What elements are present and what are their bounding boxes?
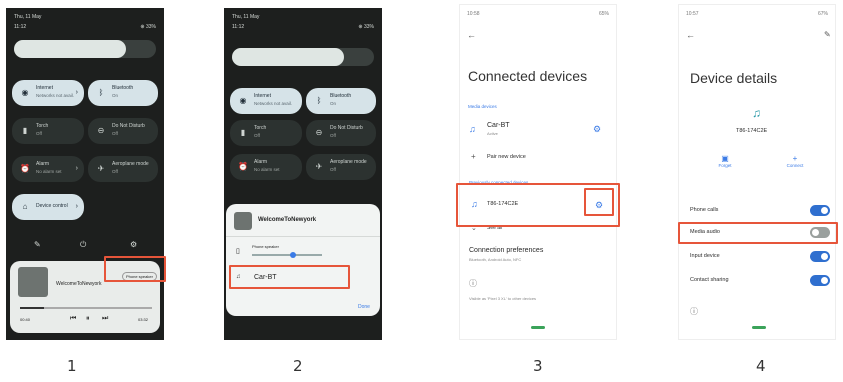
airplane-icon: ✈	[315, 162, 323, 171]
pause-icon[interactable]: ⏸	[86, 315, 90, 323]
headphones-icon: ♫	[752, 106, 761, 120]
tile-internet[interactable]: ◉ Internet Networks not avail.	[230, 88, 302, 114]
total-time: 03:32	[138, 317, 149, 322]
phone-icon: ▯	[236, 248, 240, 255]
alarm-icon: ⏰	[238, 162, 248, 171]
screen-2-output-switcher: Thu, 11 May 11:12 ⊕ 33% ◉ Internet Netwo…	[224, 8, 382, 340]
step-number-2: 2	[293, 357, 303, 375]
toggle-row-phone-calls[interactable]: Phone calls	[678, 204, 836, 220]
device-name: T86-174C2E	[736, 128, 768, 134]
airplane-icon: ✈	[97, 164, 105, 173]
tile-do-not-disturb[interactable]: ⊖ Do Not Disturb Off	[88, 118, 158, 144]
next-icon[interactable]: ⏭	[102, 315, 108, 323]
settings-icon[interactable]: ⚙	[130, 240, 137, 249]
highlight-output-chip	[104, 256, 166, 282]
nav-handle	[752, 326, 766, 329]
tile-bluetooth[interactable]: ᛒ Bluetooth On	[306, 88, 376, 114]
bluetooth-icon: ᛒ	[316, 96, 322, 105]
battery-indicator: ⊕ 33%	[140, 24, 156, 30]
highlight-media-audio	[678, 222, 838, 244]
headphones-icon: ♫	[469, 124, 476, 134]
toggle-row-input-device[interactable]: Input device	[678, 250, 836, 266]
wifi-icon: ◉	[21, 88, 29, 97]
popup-album-art	[234, 212, 252, 230]
phone-calls-toggle[interactable]	[810, 205, 830, 216]
step-number-1: 1	[67, 357, 77, 375]
tile-alarm[interactable]: ⏰ Alarm No alarm set ›	[12, 156, 84, 182]
highlight-gear	[584, 188, 614, 216]
screen-3-connected-devices: 10:58 65% ← Connected devices Media devi…	[459, 4, 617, 340]
edit-icon[interactable]: ✎	[34, 240, 41, 249]
phone-speaker-label: Phone speaker	[252, 244, 279, 249]
back-icon[interactable]: ←	[467, 30, 476, 40]
chevron-right-icon: ›	[75, 203, 78, 210]
album-art	[18, 267, 48, 297]
tile-bluetooth[interactable]: ᛒ Bluetooth On	[88, 80, 158, 106]
forget-button[interactable]: ▣ Forget	[710, 154, 740, 178]
screen-4-device-details: 10:57 67% ← ✎ Device details ♫ T86-174C2…	[678, 4, 836, 340]
brightness-slider[interactable]	[14, 40, 156, 58]
tile-torch[interactable]: ▮ Torch Off	[12, 118, 84, 144]
home-icon: ⌂	[22, 202, 28, 211]
date-label: Thu, 11 May	[14, 14, 42, 20]
tile-aeroplane-mode[interactable]: ✈ Aeroplane mode Off	[88, 156, 158, 182]
tile-internet[interactable]: ◉ Internet Networks not avail. ›	[12, 80, 84, 106]
chevron-right-icon: ›	[75, 165, 78, 172]
plus-icon: +	[471, 152, 476, 161]
info-icon: ⓘ	[690, 307, 698, 316]
pair-new-device[interactable]: + Pair new device	[459, 150, 617, 166]
page-title: Device details	[690, 70, 778, 86]
tile-torch[interactable]: ▮ Torch Off	[230, 120, 302, 146]
done-button[interactable]: Done	[358, 304, 370, 310]
page-title: Connected devices	[468, 68, 588, 84]
step-number-3: 3	[533, 357, 543, 375]
connection-preferences[interactable]: Connection preferences Bluetooth, Androi…	[459, 244, 617, 268]
section-media-devices: Media devices	[468, 104, 497, 109]
device-row-car-bt[interactable]: ♫ Car-BT Active ⚙	[459, 118, 617, 142]
media-title: WelcomeToNewyork	[56, 281, 102, 287]
contact-sharing-toggle[interactable]	[810, 275, 830, 286]
brightness-slider[interactable]	[232, 48, 374, 66]
trash-icon: ▣	[721, 154, 729, 163]
toggle-row-contact-sharing[interactable]: Contact sharing	[678, 274, 836, 290]
dnd-icon: ⊖	[315, 128, 323, 137]
plus-icon: +	[792, 154, 798, 163]
info-icon: ⓘ	[469, 279, 477, 288]
chevron-right-icon: ›	[75, 89, 78, 96]
screen-1-quick-settings: Thu, 11 May 11:12 ⊕ 33% ◉ Internet Netwo…	[6, 8, 164, 340]
nav-handle	[531, 326, 545, 329]
tile-device-control[interactable]: ⌂ Device control ›	[12, 194, 84, 220]
back-icon[interactable]: ←	[686, 30, 695, 40]
power-icon[interactable]: ⏻	[80, 240, 86, 250]
prev-icon[interactable]: ⏮	[70, 315, 76, 323]
highlight-car-bt	[229, 265, 350, 289]
output-popup: WelcomeToNewyork ▯ Phone speaker ♫ Car-B…	[226, 204, 380, 316]
input-device-toggle[interactable]	[810, 251, 830, 262]
clock: 11:12	[14, 24, 27, 30]
tile-alarm[interactable]: ⏰ Alarm No alarm set	[230, 154, 302, 180]
elapsed-time: 00:40	[20, 317, 31, 322]
alarm-icon: ⏰	[20, 164, 30, 173]
gear-icon[interactable]: ⚙	[593, 124, 601, 135]
bluetooth-icon: ᛒ	[98, 88, 104, 97]
wifi-icon: ◉	[239, 96, 247, 105]
tile-do-not-disturb[interactable]: ⊖ Do Not Disturb Off	[306, 120, 376, 146]
tile-aeroplane-mode[interactable]: ✈ Aeroplane mode Off	[306, 154, 376, 180]
step-number-4: 4	[756, 357, 766, 375]
popup-title: WelcomeToNewyork	[258, 217, 317, 223]
edit-icon[interactable]: ✎	[824, 30, 831, 39]
dnd-icon: ⊖	[97, 126, 105, 135]
visible-as-text: Visible as 'Pixel 3 XL' to other devices	[469, 296, 537, 301]
divider	[226, 236, 380, 237]
flashlight-icon: ▮	[240, 128, 246, 137]
seek-bar[interactable]	[20, 307, 152, 309]
flashlight-icon: ▮	[22, 126, 28, 135]
connect-button[interactable]: + Connect	[780, 154, 810, 178]
volume-slider[interactable]	[252, 252, 322, 258]
